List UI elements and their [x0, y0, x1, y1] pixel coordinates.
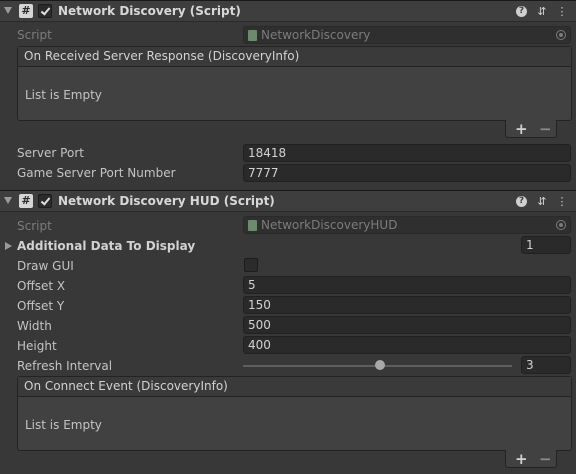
- component-title: Network Discovery HUD (Script): [58, 194, 275, 208]
- refresh-interval-slider-thumb[interactable]: [375, 360, 385, 370]
- script-label: Script: [17, 219, 52, 233]
- object-picker-icon[interactable]: [556, 30, 566, 40]
- event-list-footer: + −: [505, 120, 557, 138]
- offset-y-input[interactable]: 150: [243, 296, 571, 314]
- draw-gui-label: Draw GUI: [17, 259, 74, 273]
- remove-listener-icon[interactable]: −: [539, 450, 552, 468]
- additional-data-label[interactable]: Additional Data To Display: [17, 239, 195, 253]
- foldout-arrow-icon[interactable]: [4, 7, 12, 14]
- height-input[interactable]: 400: [243, 336, 571, 354]
- script-icon: #: [19, 4, 33, 18]
- foldout-right-arrow-icon[interactable]: [5, 242, 12, 250]
- event-header: On Connect Event (DiscoveryInfo): [18, 377, 571, 397]
- offset-x-input[interactable]: 5: [243, 276, 571, 294]
- script-object-value: NetworkDiscovery: [261, 28, 371, 42]
- add-listener-icon[interactable]: +: [515, 450, 528, 468]
- width-input[interactable]: 500: [243, 316, 571, 334]
- offset-x-label: Offset X: [17, 279, 66, 293]
- script-object-field[interactable]: NetworkDiscoveryHUD: [243, 216, 571, 234]
- height-label: Height: [17, 339, 57, 353]
- refresh-interval-label: Refresh Interval: [17, 359, 113, 373]
- array-size-input[interactable]: 1: [521, 236, 571, 254]
- foldout-arrow-icon[interactable]: [4, 197, 12, 204]
- event-list-footer: + −: [505, 450, 557, 468]
- draw-gui-checkbox[interactable]: [244, 258, 258, 272]
- event-header: On Received Server Response (DiscoveryIn…: [18, 47, 571, 67]
- script-label: Script: [17, 28, 52, 42]
- game-server-port-label: Game Server Port Number: [17, 166, 176, 180]
- component-header-network-discovery-hud[interactable]: # Network Discovery HUD (Script) ? ⇵ ⋮: [0, 190, 576, 212]
- presets-icon[interactable]: ⇵: [535, 195, 549, 209]
- more-options-icon[interactable]: ⋮: [555, 195, 569, 209]
- event-list-empty: List is Empty: [25, 88, 102, 102]
- more-options-icon[interactable]: ⋮: [555, 5, 569, 19]
- script-icon: #: [19, 194, 33, 208]
- cs-script-icon: [248, 30, 257, 41]
- event-list-empty: List is Empty: [25, 418, 102, 432]
- object-picker-icon[interactable]: [556, 220, 566, 230]
- server-port-label: Server Port: [17, 146, 84, 160]
- help-icon[interactable]: ?: [516, 6, 527, 17]
- help-icon[interactable]: ?: [516, 196, 527, 207]
- add-listener-icon[interactable]: +: [515, 120, 528, 138]
- component-header-network-discovery[interactable]: # Network Discovery (Script) ? ⇵ ⋮: [0, 0, 576, 22]
- server-port-input[interactable]: 18418: [243, 144, 571, 162]
- unity-event-on-received-server-response: On Received Server Response (DiscoveryIn…: [17, 46, 572, 121]
- component-title: Network Discovery (Script): [58, 4, 241, 18]
- presets-icon[interactable]: ⇵: [535, 5, 549, 19]
- remove-listener-icon[interactable]: −: [539, 120, 552, 138]
- component-enabled-checkbox[interactable]: [38, 194, 52, 208]
- game-server-port-input[interactable]: 7777: [243, 164, 571, 182]
- script-object-field[interactable]: NetworkDiscovery: [243, 26, 571, 44]
- offset-y-label: Offset Y: [17, 299, 65, 313]
- script-object-value: NetworkDiscoveryHUD: [261, 218, 398, 232]
- refresh-interval-input[interactable]: 3: [521, 356, 571, 374]
- component-enabled-checkbox[interactable]: [38, 4, 52, 18]
- unity-event-on-connect: On Connect Event (DiscoveryInfo) List is…: [17, 376, 572, 451]
- cs-script-icon: [248, 220, 257, 231]
- width-label: Width: [17, 319, 52, 333]
